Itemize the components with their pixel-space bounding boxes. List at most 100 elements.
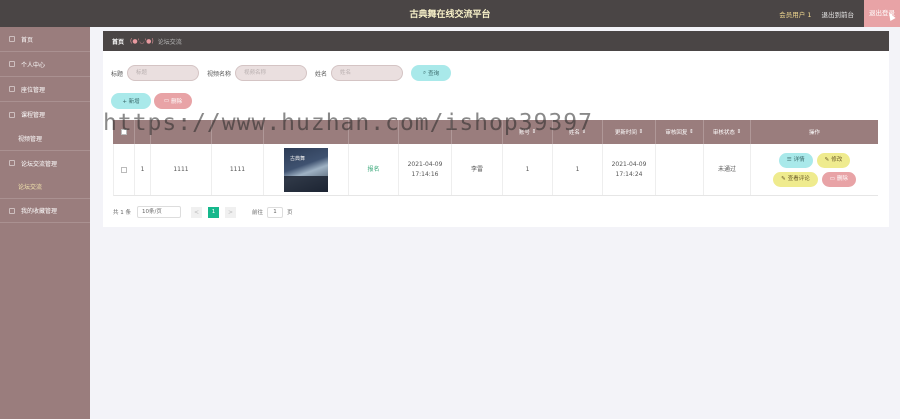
thumbnail-crowd [284,175,328,192]
home-icon [9,36,15,42]
header-select-all[interactable] [113,120,135,144]
sidebar-item-forum-manage[interactable]: 论坛交流管理 [0,150,90,175]
breadcrumb-emoticon: (●'◡'●) [130,37,154,45]
edit-button[interactable]: ✎ 修改 [816,152,851,168]
row-reply [656,144,704,195]
header-video[interactable] [212,120,264,144]
sidebar-item-favorites[interactable]: 我的收藏管理 [0,198,90,223]
header-status[interactable]: 审核状态 ⇕ [704,120,751,144]
header-name[interactable]: 姓名 ⇕ [553,120,603,144]
query-label: 查询 [428,71,440,77]
select-all-checkbox[interactable] [120,129,127,135]
sidebar-item-label: 座位管理 [21,86,46,94]
row-ops: ☰ 详情 ✎ 修改 ✎ 查看评论 ▭ 删除 [751,144,878,195]
view-comments-button[interactable]: ✎ 查看评论 [773,171,818,187]
header-ops: 操作 [808,130,820,136]
sidebar-item-label: 视频管理 [18,136,43,143]
edit-label: 修改 [831,157,843,163]
row-title: 1111 [151,144,212,195]
ops-wrap: ☰ 详情 ✎ 修改 ✎ 查看评论 ▭ 删除 [773,152,856,187]
row-updated: 2021-04-09 17:14:24 [603,144,656,195]
trash-icon: ▭ [829,176,835,182]
row-checkbox[interactable] [121,166,127,173]
user-icon [9,61,15,67]
detail-label: 详情 [793,157,805,163]
header-time[interactable] [399,120,452,144]
goto-page-input[interactable]: 1 [267,206,284,218]
row-image: 古典舞 [264,144,349,195]
header-type[interactable] [349,120,399,144]
header-updated[interactable]: 更新时间 ⇕ [603,120,656,144]
row-video: 1111 [212,144,264,195]
breadcrumb-home[interactable]: 首页 [112,37,124,46]
row-index: 1 [135,144,151,195]
query-button[interactable]: ⌕ 查询 [411,65,452,81]
sidebar-item-profile[interactable]: 个人中心 [0,52,90,77]
edit-icon: ✎ [824,157,830,163]
row-status: 未通过 [704,144,751,195]
add-button[interactable]: + 新增 [111,93,151,109]
header-reply[interactable]: 审核回复 ⇕ [656,120,704,144]
sidebar-item-forum[interactable]: 论坛交流 [0,175,90,198]
page-number-current[interactable]: 1 [208,206,219,218]
top-bar: 古典舞在线交流平台 会员用户 1 退出到前台 退出登录 [0,0,900,27]
detail-icon: ☰ [786,157,792,163]
forum-icon [9,160,15,166]
back-to-frontend-link[interactable]: 退出到前台 [822,9,855,19]
header-account[interactable]: 账号 ⇕ [503,120,553,144]
star-icon [9,207,15,214]
page-suffix: 页 [287,210,293,216]
sidebar-item-videos[interactable]: 视频管理 [0,127,90,150]
row-delete-label: 删除 [836,176,848,182]
top-links: 会员用户 1 退出到前台 退出登录 [779,0,900,27]
batch-delete-button[interactable]: ▭ 删除 [154,93,192,109]
row-type[interactable]: 报名 [349,144,399,195]
row-delete-button[interactable]: ▭ 删除 [821,171,856,187]
row-account: 1 [503,144,553,195]
logout-button[interactable]: 退出登录 [864,0,900,27]
sidebar-item-label: 论坛交流 [18,184,43,191]
search-row: 标题 标题 视频名称 视频名称 姓名 姓名 ⌕ 查询 [111,65,452,81]
sidebar-item-label: 课程管理 [21,112,46,119]
ops-line-2: ✎ 查看评论 ▭ 删除 [773,171,856,187]
row-thumbnail: 古典舞 [284,147,328,192]
data-table: 账号 ⇕ 姓名 ⇕ 更新时间 ⇕ 审核回复 ⇕ 审核状态 ⇕ 操作 1 1111… [113,120,878,196]
course-icon [9,111,15,118]
row-time: 2021-04-09 17:14:16 [399,144,452,195]
prev-page-button[interactable]: < [191,206,202,218]
title-input[interactable]: 标题 [127,65,200,81]
sidebar-item-home[interactable]: 首页 [0,27,90,52]
header-account-label: 账号 [518,130,530,136]
search-icon: ⌕ [422,69,427,76]
name-input[interactable]: 姓名 [331,65,404,81]
sidebar-item-label: 论坛交流管理 [21,160,58,168]
table-header: 账号 ⇕ 姓名 ⇕ 更新时间 ⇕ 审核回复 ⇕ 审核状态 ⇕ 操作 [113,120,878,144]
sidebar-item-label: 个人中心 [21,61,46,69]
header-updated-label: 更新时间 [614,130,637,136]
app-title: 古典舞在线交流平台 [409,10,491,20]
breadcrumb: 首页 (●'◡'●) 论坛交流 [103,31,889,51]
row-select[interactable] [114,144,135,195]
sidebar-item-courses[interactable]: 课程管理 [0,102,90,127]
header-reply-label: 审核回复 [665,130,688,136]
seat-icon [9,86,15,92]
row-type-link[interactable]: 报名 [367,165,379,175]
next-page-button[interactable]: > [225,206,236,218]
header-image [264,120,349,144]
pagination: 共 1 条 10条/页 < 1 > 前往 1 页 [113,206,293,218]
table-row: 1 1111 1111 古典舞 报名 2021-04-09 17:14:16 李… [113,144,878,196]
header-author[interactable] [452,120,503,144]
user-label: 会员用户 1 [779,10,812,19]
page-size-select[interactable]: 10条/页 [137,206,181,218]
sidebar-item-seats[interactable]: 座位管理 [0,77,90,102]
detail-button[interactable]: ☰ 详情 [778,152,813,168]
trash-icon: ▭ [163,98,170,104]
thumbnail-text: 古典舞 [290,155,306,162]
comment-icon: ✎ [781,176,786,182]
name-label: 姓名 [315,70,328,78]
ops-line-1: ☰ 详情 ✎ 修改 [778,152,851,168]
video-input[interactable]: 视频名称 [235,65,308,81]
sidebar-item-label: 首页 [21,36,34,44]
sidebar-item-label: 我的收藏管理 [21,208,58,215]
header-title[interactable] [151,120,212,144]
